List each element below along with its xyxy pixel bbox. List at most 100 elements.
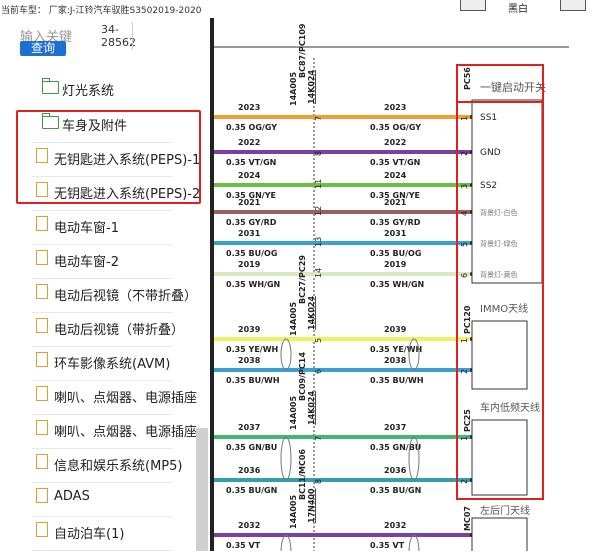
- connector-pin: 5: [314, 338, 323, 343]
- wire-right-spec: 0.35 OG/GY: [370, 123, 421, 132]
- file-icon: [36, 318, 48, 333]
- vehicle-model-title: 当前车型： 厂家:J-江铃汽车驭胜S3502019-2020: [1, 6, 202, 16]
- wire-left-number: 2031: [238, 229, 261, 238]
- connector-code: 14K024: [307, 70, 316, 104]
- toolbar-button-1[interactable]: [460, 0, 486, 11]
- connector-pin: 11: [314, 179, 323, 189]
- connector-pin: 6: [314, 369, 323, 374]
- sidebar-item-label: 喇叭、点烟器、电源插座: [54, 391, 198, 406]
- highlight-box-peps: [16, 110, 201, 204]
- wire-right-number: 2023: [384, 103, 406, 112]
- search-value: 34- 28562: [101, 23, 141, 49]
- component-pin: 1: [460, 338, 469, 343]
- sidebar-separator: [32, 210, 172, 211]
- rear-door-antenna-box: [471, 517, 528, 555]
- wire-right-number: 2019: [384, 260, 407, 269]
- sidebar-item-label: 电动后视镜（不带折叠）: [54, 289, 198, 304]
- component-pin: 3: [460, 184, 469, 189]
- connector-code: 17N400: [307, 488, 316, 523]
- wire-left-spec: 0.35 GY/RD: [226, 218, 277, 227]
- wire-left-number: 2024: [238, 171, 261, 180]
- wire-right-number: 2039: [384, 325, 407, 334]
- sidebar-item-label: 自动泊车(1): [54, 527, 125, 542]
- component-pin: 2: [460, 369, 469, 374]
- wire-left-number: 2032: [238, 521, 260, 530]
- start-switch-pin-label: 背景灯-白色: [480, 208, 518, 217]
- wiring-diagram-canvas: 2023 0.35 OG/GY 2023 0.35 OG/GY 7 1 2022 0.35 V…: [214, 23, 569, 555]
- start-switch-code: PC56: [463, 67, 472, 90]
- component-pin: 2: [460, 151, 469, 156]
- wire-left-spec: 0.35 BU/OG: [226, 249, 277, 258]
- connector-code: 14A005: [289, 302, 298, 336]
- sidebar-item-label: 电动车窗-1: [54, 221, 119, 236]
- search-button[interactable]: 查询: [20, 41, 66, 56]
- connector-pin: 13: [314, 237, 323, 247]
- component-pin: 4: [460, 211, 469, 216]
- connector-pin: 14: [314, 268, 323, 278]
- sidebar-scrollbar[interactable]: [196, 428, 208, 551]
- connector-code: BC27/PC29: [298, 255, 307, 304]
- wire-left-spec: 0.35 WH/GN: [226, 280, 280, 289]
- wire-left-number: 2037: [238, 423, 260, 432]
- file-icon: [36, 488, 48, 503]
- folder-icon: [42, 78, 59, 94]
- wire-left-spec: 0.35 VT: [226, 541, 261, 550]
- file-icon: [36, 386, 48, 401]
- twisted-pair-marker: [280, 436, 292, 481]
- connector-code: 14A005: [289, 396, 298, 430]
- wire-left-number: 2023: [238, 103, 260, 112]
- component-pin: 1: [460, 436, 469, 441]
- cabin-lf-antenna-box: [471, 419, 528, 496]
- wire-left-number: 2038: [238, 356, 261, 365]
- wire-right-spec: 0.35 GY/RD: [370, 218, 421, 227]
- wire-right-spec: 0.35 BU/GN: [370, 486, 421, 495]
- sidebar-item-label: 喇叭、点烟器、电源插座: [54, 425, 198, 440]
- toolbar-button-2[interactable]: [560, 0, 586, 11]
- start-switch-pin-label: SS2: [480, 181, 497, 191]
- sidebar-item-label: ADAS: [54, 489, 90, 504]
- wire-left-number: 2036: [238, 466, 261, 475]
- immo-antenna-code: PC120: [463, 305, 472, 334]
- twisted-pair-marker: [280, 534, 292, 555]
- wire-right-spec: 0.35 YE/WH: [370, 345, 422, 354]
- wire-left-spec: 0.35 BU/WH: [226, 376, 280, 385]
- cabin-lf-antenna-code: PC25: [463, 409, 472, 432]
- wire-left-number: 2022: [238, 138, 260, 147]
- wire-right-number: 2032: [384, 521, 406, 530]
- connector-pin: 8: [314, 151, 323, 156]
- wire-right-spec: 0.35 GN/BU: [370, 443, 421, 452]
- wire-right-number: 2036: [384, 466, 407, 475]
- wire-right-spec: 0.35 WH/GN: [370, 280, 424, 289]
- file-icon: [36, 250, 48, 265]
- connector-code: 14K024: [307, 391, 316, 425]
- immo-antenna-box: [471, 320, 528, 390]
- wire-left-number: 2021: [238, 198, 261, 207]
- immo-antenna-title: IMMO天线: [480, 302, 528, 315]
- sidebar-item-label: 灯光系统: [62, 84, 115, 99]
- wire-right-number: 2021: [384, 198, 407, 207]
- sidebar: 输入关键 34- 28562 查询 灯光系统 车身及附件 无钥匙进入系统(PEPS)…: [0, 18, 210, 551]
- sidebar-separator: [32, 482, 172, 483]
- connector-code: 14K024: [307, 296, 316, 330]
- component-pin: 2: [460, 479, 469, 484]
- start-switch-pin-label: 背景灯-绿色: [480, 239, 518, 248]
- file-icon: [36, 352, 48, 367]
- connector-code: 14A005: [289, 72, 298, 106]
- wire-right-spec: 0.35 VT/GN: [370, 158, 420, 167]
- wire-right-spec: 0.35 BU/OG: [370, 249, 421, 258]
- file-icon: [36, 454, 48, 469]
- wire-right-number: 2024: [384, 171, 407, 180]
- component-pin: 5: [460, 242, 469, 247]
- sidebar-separator: [32, 380, 172, 381]
- connector-pin: 7: [314, 436, 323, 441]
- wire-left-spec: 0.35 VT/GN: [226, 158, 276, 167]
- search-value-line-1: 34-: [101, 23, 119, 36]
- color-mode-button[interactable]: 黑白: [508, 0, 528, 15]
- wire-right-spec: 0.35 VT: [370, 541, 405, 550]
- file-icon: [36, 284, 48, 299]
- wire-left-spec: 0.35 YE/WH: [226, 345, 278, 354]
- sidebar-separator: [32, 346, 172, 347]
- component-pin: 6: [460, 273, 469, 278]
- search-value-line-2: 28562: [101, 36, 136, 49]
- wire-right-number: 2038: [384, 356, 407, 365]
